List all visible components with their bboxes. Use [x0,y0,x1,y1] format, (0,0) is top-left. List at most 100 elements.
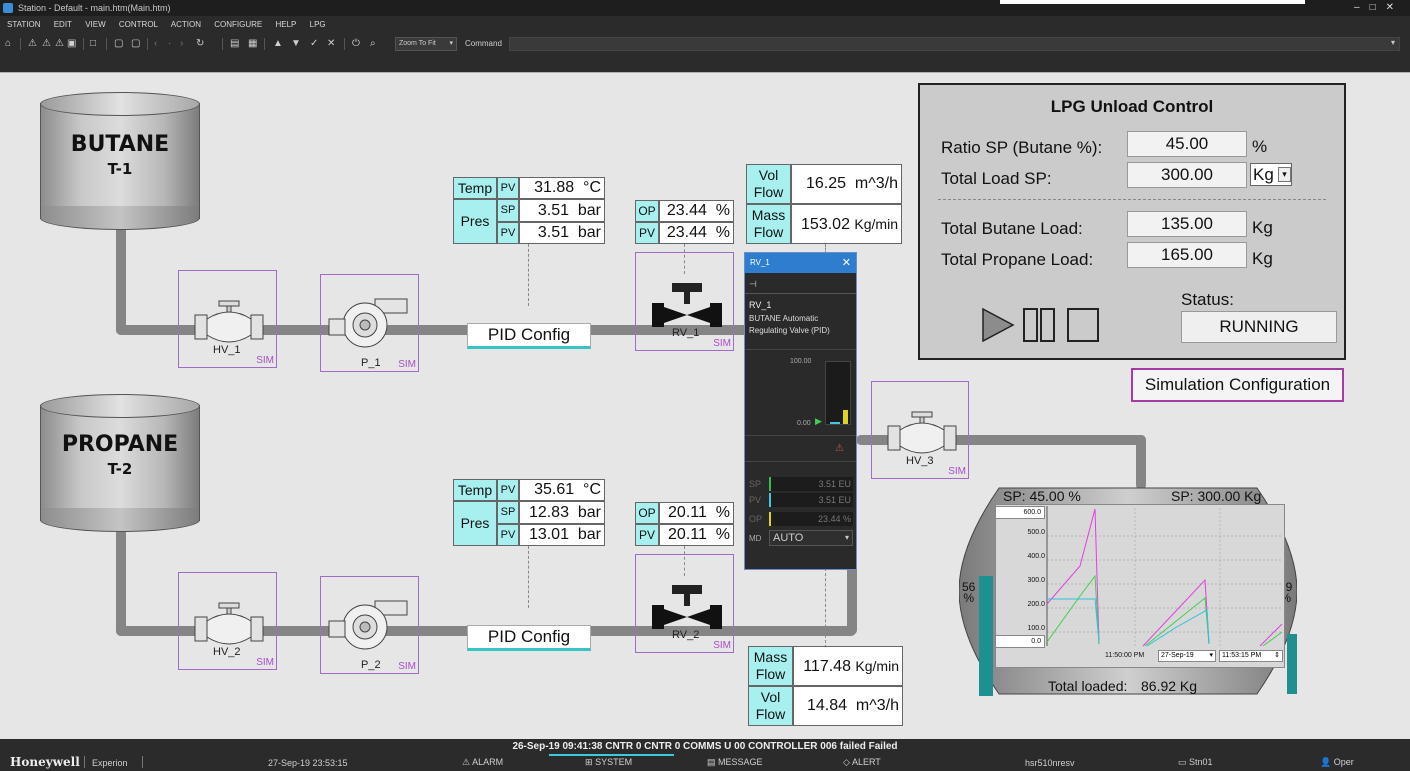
pres-pv-cell[interactable]: 3.51 bar [519,222,605,244]
pv-label: PV [749,495,762,505]
back-icon[interactable]: ‹ [154,36,157,52]
device-label: HV_3 [906,455,934,467]
device-label: P_1 [361,357,381,369]
mode-select[interactable]: AUTO ▾ [769,530,853,546]
pin-icon[interactable]: ⊣ [749,279,757,290]
message-tab-label: MESSAGE [718,757,763,767]
alarm-ack-icon[interactable]: ⚠ [55,36,64,52]
zoom-icon[interactable]: ⌕ [370,36,376,52]
window-icon[interactable]: □ [90,36,96,52]
time-start: 11:50:00 PM [1105,652,1145,659]
zoom-select[interactable]: Zoom To Fit ▾ [395,37,457,51]
pv-value: 23.44 [666,224,707,241]
mass-flow-cell[interactable]: 153.02 Kg/min [791,204,902,244]
cancel-icon[interactable]: ✕ [327,36,335,52]
pid-config-button-2[interactable]: PID Config [467,625,591,651]
display-icon[interactable]: ▢ [114,36,123,52]
sim-tag: SIM [948,466,966,477]
system-tab[interactable]: ⊞ SYSTEM [585,757,632,768]
hand-valve-hv2[interactable]: HV_2 SIM [178,572,277,670]
trend-icon[interactable]: ▤ [230,36,239,52]
message-tab[interactable]: ▤ MESSAGE [707,757,763,768]
display-up-icon[interactable]: ▢ [131,36,140,52]
menu-lpg[interactable]: LPG [310,20,326,29]
raise-icon[interactable]: ▲ [273,36,283,52]
vol-unit: m^3/h [854,175,898,192]
menu-control[interactable]: CONTROL [119,20,158,29]
op-cell[interactable]: 20.11 % [659,502,734,524]
vol-flow-cell[interactable]: 14.84 m^3/h [793,686,903,726]
unit-select[interactable]: Kg ▾ [1250,163,1292,186]
command-input[interactable]: ▾ [509,37,1400,51]
hand-valve-hv3[interactable]: HV_3 SIM [871,381,969,479]
pause-icon[interactable] [1022,307,1058,343]
alarm-tab[interactable]: ⚠ ALARM [462,757,503,768]
pump-p2[interactable]: P_2 SIM [320,576,419,674]
op-cell[interactable]: 23.44 % [659,200,734,222]
event-icon[interactable]: ▣ [67,36,76,52]
power-icon[interactable]: ⏻ [352,36,360,52]
pump-p1[interactable]: P_1 SIM [320,274,419,372]
menu-edit[interactable]: EDIT [54,20,72,29]
close-icon[interactable]: ✕ [842,253,851,273]
print-icon[interactable]: ▦ [248,36,257,52]
status-value: RUNNING [1181,311,1337,343]
hand-valve-hv1[interactable]: HV_1 SIM [178,270,277,368]
tank-butane[interactable]: BUTANE T-1 [40,92,200,230]
mass-flow-value: 153.02 [801,216,850,233]
hand-valve-icon [887,411,957,454]
output-bar-frame [825,361,851,425]
message-icon: ▤ [707,757,716,767]
propane-unit: Kg [1252,249,1273,268]
history-icon[interactable]: · [168,36,171,52]
faceplate-description: BUTANE Automatic Regulating Valve (PID) [749,314,830,335]
alert-tab[interactable]: ◇ ALERT [843,757,881,768]
ratio-sp-input[interactable]: 45.00 [1127,131,1247,157]
y-tick: 0.0 [1031,638,1041,645]
vol-flow-value: 16.25 [805,175,847,192]
temp-pv-cell[interactable]: 31.88 °C [519,177,605,199]
alarm-bell-icon[interactable]: ⚠ [835,443,844,454]
lower-icon[interactable]: ▼ [291,36,301,52]
sp-pointer-icon: ▶ [815,416,822,426]
pres-pv-cell[interactable]: 13.01 bar [519,524,605,546]
dashed-connector [528,244,529,306]
alarm-filter-icon[interactable]: ⚠ [42,36,51,52]
date-picker[interactable]: 27-Sep-19 ▾ [1158,650,1216,662]
op-field[interactable]: 23.44 % [769,512,853,526]
stop-icon[interactable] [1066,307,1102,343]
play-icon[interactable] [980,307,1016,343]
accept-icon[interactable]: ✓ [310,36,318,52]
pres-unit: bar [577,202,601,219]
pid-config-button-1[interactable]: PID Config [467,323,591,349]
pres-sp-cell[interactable]: 3.51 bar [519,199,605,222]
menu-station[interactable]: STATION [7,20,40,29]
sim-tag: SIM [713,640,731,651]
temp-pv-cell[interactable]: 35.61 °C [519,479,605,501]
refresh-icon[interactable]: ↻ [196,36,204,52]
vol-flow-cell[interactable]: 16.25 m^3/h [791,164,902,204]
tank-propane[interactable]: PROPANE T-2 [40,394,200,532]
menu-view[interactable]: VIEW [85,20,105,29]
total-sp-input[interactable]: 300.00 [1127,162,1247,188]
sim-tag: SIM [398,359,416,370]
sp-field[interactable]: 3.51 EU [769,477,853,491]
pv-cell[interactable]: 23.44 % [659,222,734,244]
pv-label: PV [497,479,519,501]
window-controls[interactable]: –□✕ [1354,0,1404,16]
panel-title: LPG Unload Control [1050,97,1214,116]
alarm-line[interactable]: 26-Sep-19 09:41:38 CNTR 0 CNTR 0 COMMS U… [0,739,1410,754]
alarm-summary-icon[interactable]: ⚠ [28,36,37,52]
menu-help[interactable]: HELP [275,20,296,29]
pres-sp-cell[interactable]: 12.83 bar [519,501,605,524]
pv-cell[interactable]: 20.11 % [659,524,734,546]
menu-configure[interactable]: CONFIGURE [214,20,262,29]
station-name: Stn01 [1189,757,1213,767]
op-label: OP [635,200,659,222]
forward-icon[interactable]: › [180,36,183,52]
home-icon[interactable]: ⌂ [5,36,11,52]
time-picker[interactable]: 11:53:15 PM ⇕ [1219,650,1283,662]
menu-action[interactable]: ACTION [171,20,201,29]
simulation-configuration-button[interactable]: Simulation Configuration [1131,368,1344,402]
mass-flow-cell[interactable]: 117.48 Kg/min [793,646,903,686]
